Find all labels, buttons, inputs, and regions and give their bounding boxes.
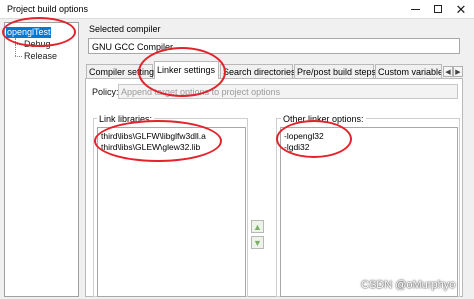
watermark: CSDN @oMurphyo <box>361 279 456 291</box>
annotation-circle-project <box>2 17 76 47</box>
minimize-icon <box>410 8 420 10</box>
window-title: Project build options <box>7 4 89 14</box>
maximize-icon <box>434 5 442 13</box>
arrow-up-icon: ▲ <box>253 221 262 232</box>
annotation-circle-link-libraries <box>94 120 222 162</box>
chevron-right-icon: ▶ <box>455 68 461 76</box>
close-icon: ✕ <box>455 1 467 17</box>
maximize-button[interactable] <box>428 0 448 18</box>
annotation-circle-linker-options <box>276 120 352 158</box>
annotation-circle-linker-tab <box>138 47 226 97</box>
close-button[interactable]: ✕ <box>451 0 471 18</box>
minimize-button[interactable] <box>405 0 425 18</box>
selected-compiler-label: Selected compiler <box>89 24 161 34</box>
target-tree[interactable] <box>4 22 79 297</box>
tab-custom-variables[interactable]: Custom variable <box>375 64 442 78</box>
move-up-button[interactable]: ▲ <box>251 220 264 233</box>
tab-pre-post-build-steps[interactable]: Pre/post build steps <box>294 64 376 78</box>
chevron-left-icon: ◀ <box>445 68 451 76</box>
policy-label: Policy: <box>92 87 119 97</box>
tab-search-directories[interactable]: Search directories <box>220 64 296 78</box>
tab-scroll-right-button[interactable]: ▶ <box>453 66 463 77</box>
tree-item-release[interactable]: Release <box>24 51 57 62</box>
move-down-button[interactable]: ▼ <box>251 236 264 249</box>
tree-connector <box>15 56 22 57</box>
tab-scroll-left-button[interactable]: ◀ <box>443 66 453 77</box>
arrow-down-icon: ▼ <box>253 237 262 248</box>
